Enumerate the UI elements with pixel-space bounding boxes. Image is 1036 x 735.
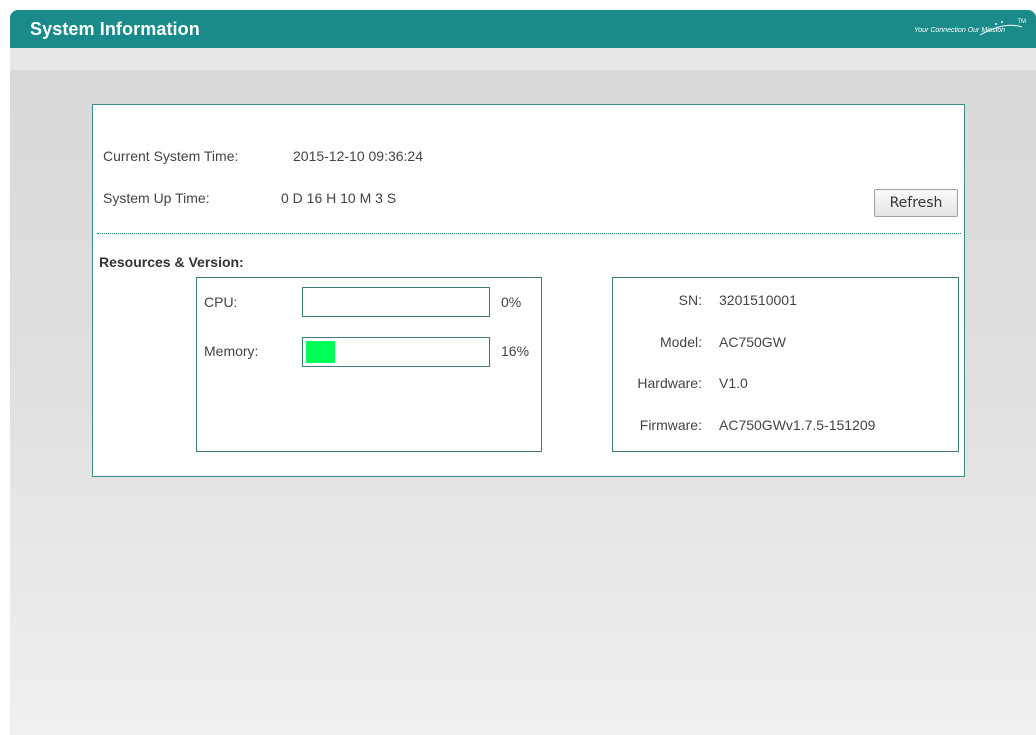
hardware-value: V1.0 bbox=[719, 375, 748, 391]
system-info-panel: Current System Time: 2015-12-10 09:36:24… bbox=[92, 104, 965, 477]
resources-version-title: Resources & Version: bbox=[99, 254, 244, 270]
hardware-label: Hardware: bbox=[637, 375, 702, 391]
uptime-label: System Up Time: bbox=[103, 190, 210, 206]
memory-label: Memory: bbox=[204, 343, 259, 359]
page-title: System Information bbox=[30, 19, 200, 39]
header-bar: System Information Your Connection Our M… bbox=[10, 10, 1036, 48]
current-time-value: 2015-12-10 09:36:24 bbox=[293, 148, 423, 164]
uptime-value: 0 D 16 H 10 M 3 S bbox=[281, 190, 397, 206]
sn-label: SN: bbox=[678, 292, 702, 308]
memory-value: 16% bbox=[501, 343, 530, 359]
memory-usage-fill bbox=[306, 341, 335, 363]
cpu-label: CPU: bbox=[204, 294, 238, 310]
cpu-value: 0% bbox=[501, 294, 522, 310]
sn-value: 3201510001 bbox=[719, 292, 797, 308]
section-divider bbox=[97, 233, 961, 234]
logo-text: Your Connection Our Mission bbox=[914, 27, 1006, 34]
model-label: Model: bbox=[659, 334, 702, 350]
model-value: AC750GW bbox=[719, 334, 786, 350]
memory-usage-bar bbox=[302, 337, 490, 367]
brand-logo: Your Connection Our Mission TM bbox=[910, 19, 1026, 39]
refresh-button[interactable]: Refresh bbox=[874, 189, 958, 217]
cpu-usage-bar bbox=[302, 287, 490, 317]
resources-box: CPU: 0% Memory: 16% bbox=[196, 277, 542, 452]
logo-tm: TM bbox=[1017, 19, 1026, 25]
firmware-value: AC750GWv1.7.5-151209 bbox=[719, 417, 876, 433]
current-time-label: Current System Time: bbox=[103, 148, 239, 164]
firmware-label: Firmware: bbox=[639, 417, 702, 433]
version-box: SN: 3201510001 Model: AC750GW Hardware: … bbox=[612, 277, 959, 452]
